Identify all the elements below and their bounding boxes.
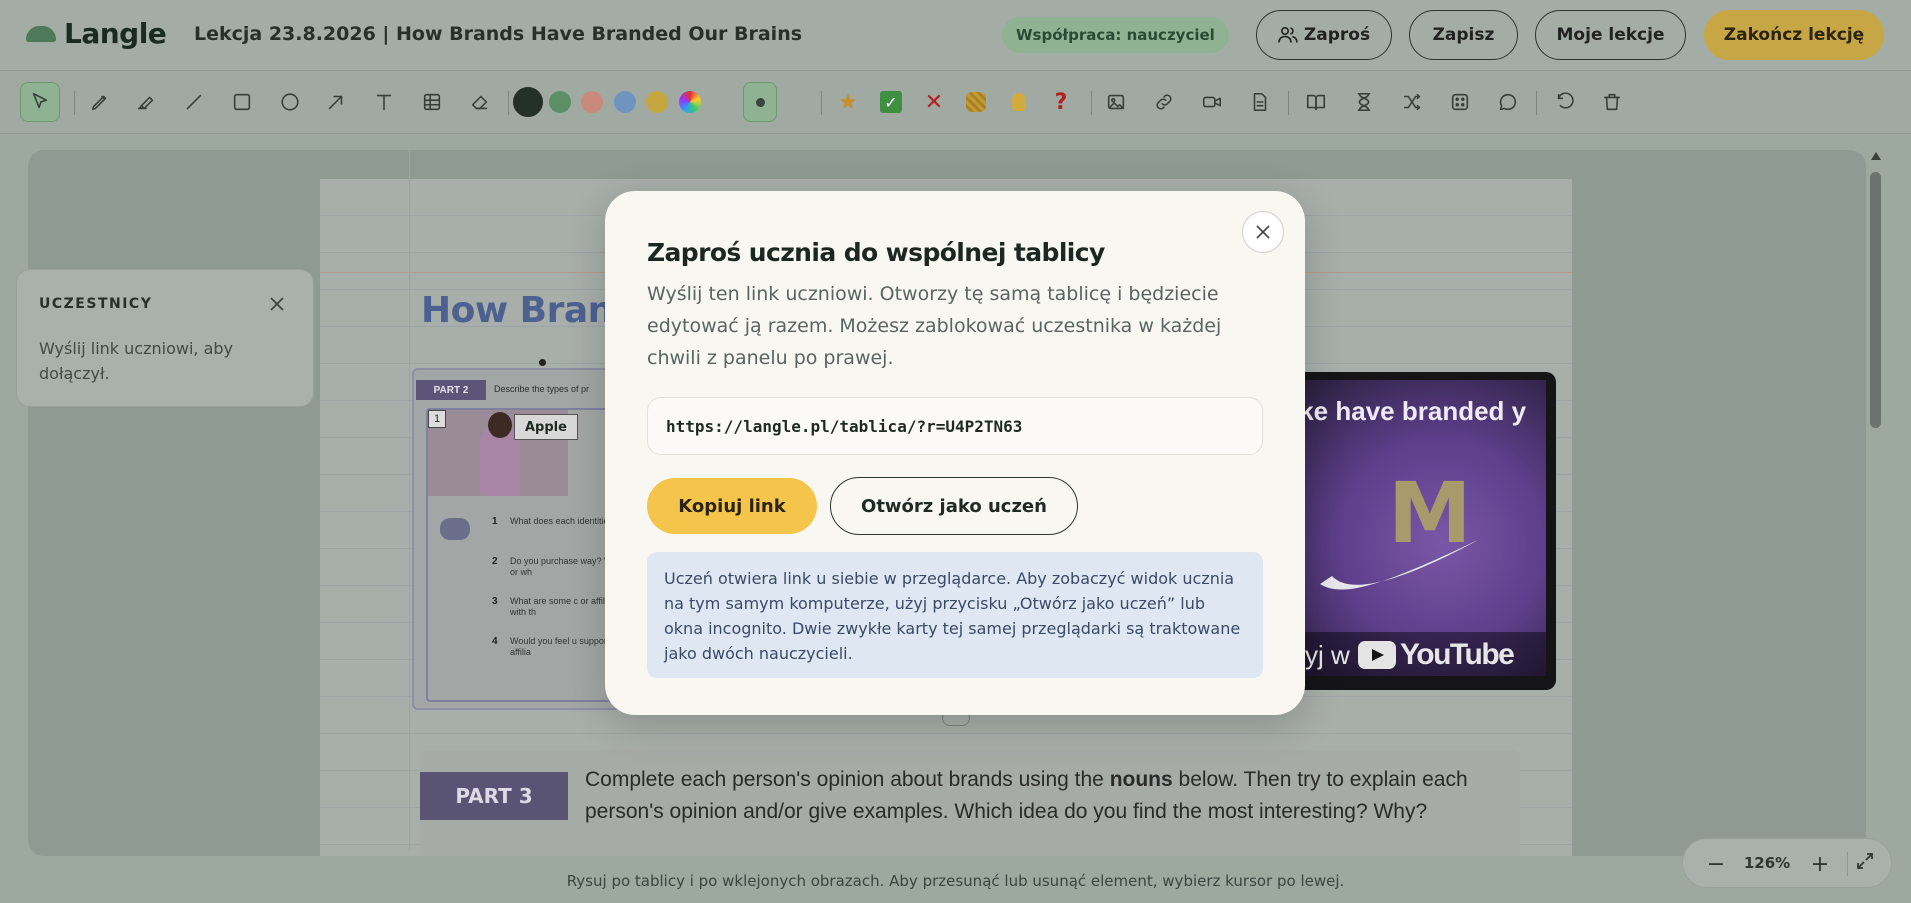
toolbar-divider xyxy=(74,91,75,115)
color-swatch-yellow[interactable] xyxy=(646,91,668,113)
app-logo[interactable]: Langle xyxy=(26,17,167,50)
dice-icon[interactable] xyxy=(1440,82,1480,122)
person-head xyxy=(488,412,512,438)
paper-margin-line xyxy=(409,150,410,850)
line-icon[interactable] xyxy=(174,82,214,122)
part3-tag: PART 3 xyxy=(420,772,568,820)
eraser-icon[interactable] xyxy=(460,82,500,122)
youtube-logo[interactable]: YouTube xyxy=(1358,638,1515,672)
zoom-level: 126% xyxy=(1743,854,1791,872)
youtube-wordmark: YouTube xyxy=(1400,638,1515,671)
question-number: 4 xyxy=(492,636,498,647)
part3-exercise[interactable]: PART 3 Complete each person's opinion ab… xyxy=(420,750,1520,856)
users-icon xyxy=(1278,26,1298,43)
undo-icon[interactable] xyxy=(1545,82,1585,122)
participants-panel: UCZESTNICY Wyślij link uczniowi, aby doł… xyxy=(16,269,314,407)
pencil-icon[interactable] xyxy=(80,82,120,122)
dialog-title: Zaproś ucznia do wspólnej tablicy xyxy=(647,238,1105,267)
toolbar-divider xyxy=(508,91,509,115)
table-icon[interactable] xyxy=(412,82,452,122)
vertical-scrollbar[interactable] xyxy=(1866,150,1886,856)
participants-close-icon[interactable] xyxy=(265,292,289,316)
speech-bubble-icon xyxy=(440,518,470,540)
app-name: Langle xyxy=(64,17,167,50)
part3-text-bold: nouns xyxy=(1109,768,1173,791)
top-bar: Langle Lekcja 23.8.2026 | How Brands Hav… xyxy=(0,0,1911,70)
logo-icon xyxy=(26,25,56,42)
arrow-icon[interactable] xyxy=(316,82,356,122)
collab-status-badge: Współpraca: nauczyciel xyxy=(1002,17,1229,53)
participants-title: UCZESTNICY xyxy=(39,296,153,312)
color-swatch-dark[interactable] xyxy=(513,87,543,117)
link-icon[interactable] xyxy=(1144,82,1184,122)
invite-label: Zaproś xyxy=(1303,25,1371,45)
scrollbar-thumb[interactable] xyxy=(1870,172,1881,428)
lesson-title: Lekcja 23.8.2026 | How Brands Have Brand… xyxy=(194,23,803,45)
video-thumbnail: M ike have branded y zyj w YouTube xyxy=(1284,380,1546,676)
close-icon[interactable] xyxy=(1242,211,1284,253)
end-lesson-button[interactable]: Zakończ lekcję xyxy=(1704,10,1884,60)
question-number: 2 xyxy=(492,556,498,567)
highlighter-icon[interactable] xyxy=(126,82,166,122)
invite-button[interactable]: Zaproś xyxy=(1256,10,1392,60)
toolbar-divider xyxy=(1288,91,1289,115)
invite-link-field[interactable]: https://langle.pl/tablica/?r=U4P2TN63 xyxy=(647,397,1263,455)
drawn-dot[interactable] xyxy=(539,359,546,366)
nike-swoosh-icon xyxy=(1320,540,1478,590)
copy-link-button[interactable]: Kopiuj link xyxy=(647,478,817,534)
timer-icon[interactable] xyxy=(1344,82,1384,122)
comment-icon[interactable] xyxy=(1488,82,1528,122)
dialog-description: Wyślij ten link uczniowi. Otworzy tę sam… xyxy=(647,283,1222,369)
part3-instruction: Complete each person's opinion about bra… xyxy=(585,764,1505,828)
star-icon[interactable]: ★ xyxy=(835,89,861,115)
brush-size-medium[interactable] xyxy=(743,82,777,122)
circle-icon[interactable] xyxy=(270,82,310,122)
cross-icon[interactable]: ✕ xyxy=(921,89,947,115)
worksheet-card: 1 Apple 1 What does each identities? 2 D… xyxy=(426,408,620,702)
video-icon[interactable] xyxy=(1192,82,1232,122)
video-title: ike have branded y xyxy=(1292,396,1527,426)
participants-hint: Wyślij link uczniowi, aby dołączył. xyxy=(39,339,233,383)
open-as-student-button[interactable]: Otwórz jako uczeń xyxy=(830,477,1078,535)
brand-label: Apple xyxy=(514,414,578,440)
youtube-play-icon xyxy=(1358,641,1396,669)
checkmark-icon[interactable]: ✓ xyxy=(878,89,904,115)
book-icon[interactable] xyxy=(1296,82,1336,122)
invite-student-dialog: Zaproś ucznia do wspólnej tablicy Wyślij… xyxy=(605,191,1305,715)
color-swatch-pink[interactable] xyxy=(581,91,603,113)
my-lessons-button[interactable]: Moje lekcje xyxy=(1535,10,1686,60)
save-button[interactable]: Zapisz xyxy=(1409,10,1518,60)
shuffle-icon[interactable] xyxy=(1392,82,1432,122)
lightbulb-icon[interactable] xyxy=(1006,89,1032,115)
toolbar-divider xyxy=(821,91,822,115)
worksheet-instruction: Describe the types of pr xyxy=(494,384,590,394)
color-swatch-green[interactable] xyxy=(549,91,571,113)
clap-icon[interactable] xyxy=(963,89,989,115)
youtube-video-embed[interactable]: M ike have branded y zyj w YouTube xyxy=(1276,372,1556,690)
color-picker-icon[interactable] xyxy=(679,91,701,113)
footer-hint: Rysuj po tablicy i po wklejonych obrazac… xyxy=(566,872,1345,890)
text-icon[interactable] xyxy=(364,82,404,122)
toolbar-divider xyxy=(1091,91,1092,115)
image-icon[interactable] xyxy=(1096,82,1136,122)
worksheet-photo: 1 Apple xyxy=(428,410,578,496)
document-icon[interactable] xyxy=(1240,82,1280,122)
question-number: 1 xyxy=(492,516,498,527)
worksheet-image[interactable]: PART 2 Describe the types of pr 1 Apple … xyxy=(412,368,622,710)
rectangle-icon[interactable] xyxy=(222,82,262,122)
info-notice: Uczeń otwiera link u siebie w przeglądar… xyxy=(647,552,1263,678)
trash-icon[interactable] xyxy=(1592,82,1632,122)
cursor-tool-icon[interactable] xyxy=(20,82,60,122)
question-number: 3 xyxy=(492,596,498,607)
card-number: 1 xyxy=(428,410,446,428)
worksheet-part-tag: PART 2 xyxy=(416,380,486,400)
drawing-toolbar: ★ ✓ ✕ ? xyxy=(0,70,1911,182)
scroll-up-arrow-icon[interactable] xyxy=(1871,152,1881,160)
question-icon[interactable]: ? xyxy=(1048,89,1074,115)
color-swatch-blue[interactable] xyxy=(614,91,636,113)
toolbar-divider xyxy=(1536,91,1537,115)
part3-text-before: Complete each person's opinion about bra… xyxy=(585,768,1110,791)
